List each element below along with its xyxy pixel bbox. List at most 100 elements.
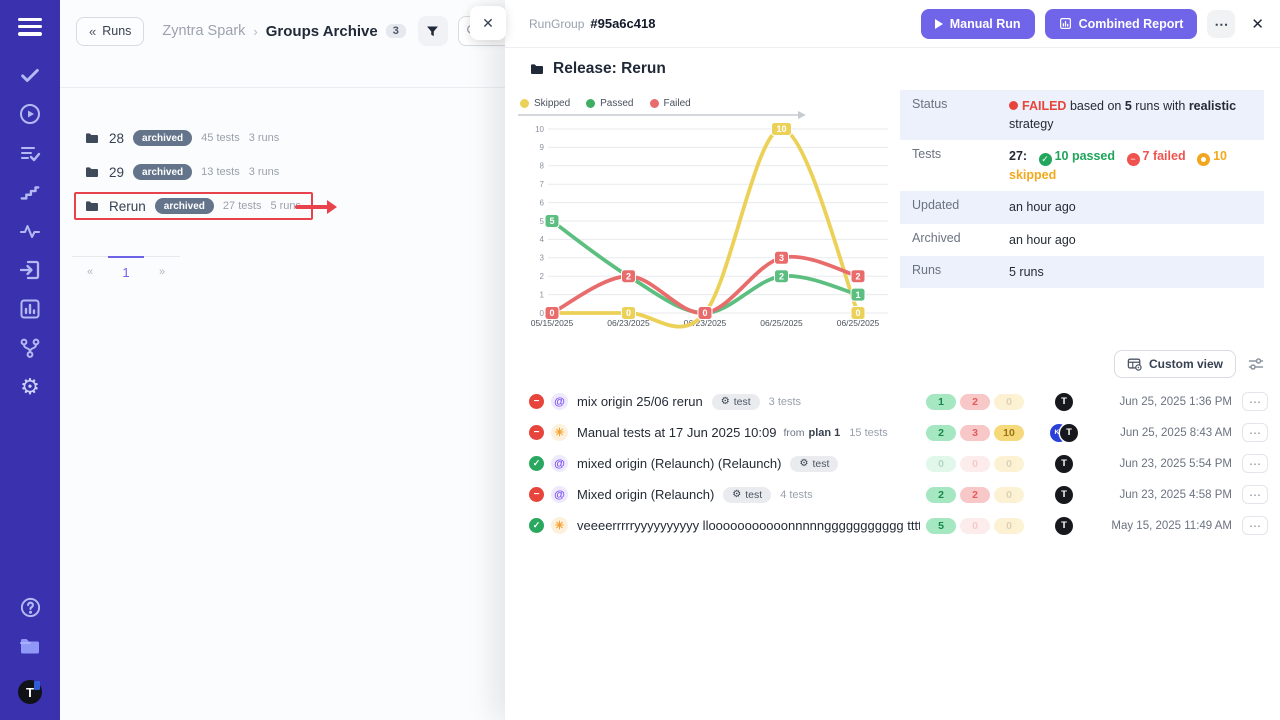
legend-failed[interactable]: Failed xyxy=(650,98,691,109)
failed-count: 0 xyxy=(960,456,990,472)
manual-run-button[interactable]: Manual Run xyxy=(921,9,1035,39)
run-row[interactable]: mix origin 25/06 rerun ⚙test 3 tests 1 2… xyxy=(529,386,1268,417)
combined-report-button[interactable]: Combined Report xyxy=(1045,9,1198,39)
bar-chart-icon xyxy=(1059,17,1072,30)
breadcrumb: Zyntra Spark › Groups Archive 3 xyxy=(162,23,405,40)
groups-panel-header: « Runs Zyntra Spark › Groups Archive 3 xyxy=(60,0,505,88)
run-row[interactable]: mixed origin (Relaunch) (Relaunch) ⚙test… xyxy=(529,448,1268,479)
projects-folder-icon[interactable] xyxy=(16,633,44,659)
result-counts: 5 0 0 xyxy=(926,518,1028,534)
rungroup-type-label: RunGroup xyxy=(529,17,584,31)
manual-run-icon xyxy=(551,517,568,534)
group-row-28[interactable]: 28 archived 45 tests 3 runs xyxy=(84,124,279,152)
archived-badge: archived xyxy=(133,130,192,146)
info-row-archived: Archived an hour ago xyxy=(900,224,1264,256)
play-circle-icon[interactable] xyxy=(16,101,44,127)
automated-run-icon xyxy=(551,455,568,472)
group-row-29[interactable]: 29 archived 13 tests 3 runs xyxy=(84,158,279,186)
run-row[interactable]: Mixed origin (Relaunch) ⚙test 4 tests 2 … xyxy=(529,479,1268,510)
folder-icon xyxy=(84,130,100,146)
avatar: T xyxy=(1055,393,1073,411)
row-more-button[interactable]: ⋯ xyxy=(1242,485,1268,504)
check-icon[interactable] xyxy=(16,62,44,88)
info-row-runs: Runs 5 runs xyxy=(900,256,1264,288)
row-more-button[interactable]: ⋯ xyxy=(1242,516,1268,535)
branch-icon[interactable] xyxy=(16,335,44,361)
automated-run-icon xyxy=(551,486,568,503)
sliders-icon[interactable] xyxy=(1248,357,1264,371)
run-row[interactable]: Manual tests at 17 Jun 2025 10:09 from p… xyxy=(529,417,1268,448)
status-passed-icon xyxy=(529,518,544,533)
row-more-button[interactable]: ⋯ xyxy=(1242,454,1268,473)
breadcrumb-parent[interactable]: Zyntra Spark xyxy=(162,23,245,39)
info-row-tests: Tests 27: ✓10 passed −7 failed 10 skippe… xyxy=(900,140,1264,191)
status-failed-icon xyxy=(529,425,544,440)
run-row[interactable]: veeeerrrrryyyyyyyyyy llooooooooooonnnnng… xyxy=(529,510,1268,541)
double-chevron-left-icon: « xyxy=(89,24,96,39)
chart-legend: Skipped Passed Failed xyxy=(520,96,900,110)
pagination-next[interactable]: » xyxy=(144,257,180,280)
run-date: Jun 23, 2025 5:54 PM xyxy=(1100,458,1232,470)
table-settings-icon xyxy=(1127,357,1142,371)
info-row-updated: Updated an hour ago xyxy=(900,191,1264,223)
svg-text:5: 5 xyxy=(549,216,554,226)
user-avatar[interactable]: T xyxy=(18,680,42,704)
svg-text:9: 9 xyxy=(540,143,545,152)
drawer-close-icon[interactable]: ✕ xyxy=(1251,15,1264,33)
run-date: May 15, 2025 11:49 AM xyxy=(1100,520,1232,532)
svg-text:7: 7 xyxy=(540,180,545,189)
svg-text:0: 0 xyxy=(626,308,631,318)
activity-icon[interactable] xyxy=(16,218,44,244)
red-arrow-annotation xyxy=(295,205,329,209)
failed-minus-icon: − xyxy=(1127,153,1140,166)
svg-text:0: 0 xyxy=(540,309,545,318)
rungroup-title: Release: Rerun xyxy=(529,60,666,78)
panel-close-icon[interactable]: ✕ xyxy=(470,6,506,40)
page-title: Release: Rerun xyxy=(553,60,666,78)
tag-test: ⚙test xyxy=(712,394,760,410)
svg-text:1: 1 xyxy=(855,290,860,300)
svg-text:6: 6 xyxy=(540,198,545,207)
pagination-prev[interactable]: « xyxy=(72,257,108,280)
svg-text:2: 2 xyxy=(540,272,545,281)
back-to-runs-button[interactable]: « Runs xyxy=(76,17,144,46)
svg-text:0: 0 xyxy=(549,308,554,318)
custom-view-button[interactable]: Custom view xyxy=(1114,350,1236,378)
folder-icon xyxy=(84,164,100,180)
groups-panel: « Runs Zyntra Spark › Groups Archive 3 2… xyxy=(60,0,505,720)
filter-button[interactable] xyxy=(418,16,448,46)
steps-icon[interactable] xyxy=(16,179,44,205)
tests-value: 27: ✓10 passed −7 failed 10 skipped xyxy=(1005,140,1264,191)
legend-skipped[interactable]: Skipped xyxy=(520,98,570,109)
plan-link[interactable]: plan 1 xyxy=(808,427,840,439)
skipped-count: 0 xyxy=(994,518,1024,534)
failed-count: 2 xyxy=(960,487,990,503)
gear-icon: ⚙ xyxy=(799,458,808,469)
passed-check-icon: ✓ xyxy=(1039,153,1052,166)
run-date: Jun 25, 2025 8:43 AM xyxy=(1100,427,1232,439)
svg-text:5: 5 xyxy=(540,217,545,226)
sign-in-icon[interactable] xyxy=(16,257,44,283)
manual-run-icon xyxy=(551,424,568,441)
failed-count: 3 xyxy=(960,425,990,441)
status-failed-icon xyxy=(529,394,544,409)
drawer-more-button[interactable]: ⋯ xyxy=(1207,10,1235,38)
menu-icon[interactable] xyxy=(18,14,42,40)
row-more-button[interactable]: ⋯ xyxy=(1242,423,1268,442)
settings-gear-icon[interactable]: ⚙ xyxy=(16,374,44,400)
legend-passed[interactable]: Passed xyxy=(586,98,633,109)
pagination-page-1[interactable]: 1 xyxy=(108,256,144,281)
svg-text:3: 3 xyxy=(540,254,545,263)
passed-dot-icon xyxy=(586,99,595,108)
task-list-icon[interactable] xyxy=(16,140,44,166)
row-more-button[interactable]: ⋯ xyxy=(1242,392,1268,411)
failed-dot-icon xyxy=(650,99,659,108)
run-date: Jun 23, 2025 4:58 PM xyxy=(1100,489,1232,501)
svg-text:2: 2 xyxy=(626,271,631,281)
help-icon[interactable] xyxy=(16,594,44,620)
report-chart-icon[interactable] xyxy=(16,296,44,322)
failed-dot-icon xyxy=(1009,101,1018,110)
group-row-rerun-selected[interactable]: Rerun archived 27 tests 5 runs xyxy=(74,192,313,220)
svg-text:2: 2 xyxy=(779,271,784,281)
result-counts: 2 2 0 xyxy=(926,487,1028,503)
